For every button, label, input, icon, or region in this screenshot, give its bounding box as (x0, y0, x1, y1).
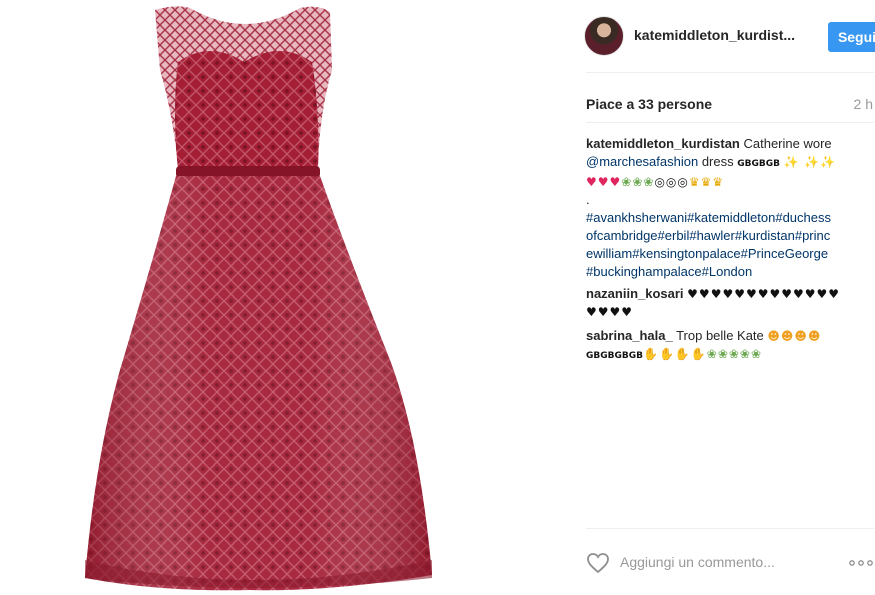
post-side-panel: katemiddleton_kurdist... Segui Piace a 3… (570, 0, 875, 595)
follow-button[interactable]: Segui (828, 22, 875, 52)
comment-text: Trop belle Kate (672, 328, 768, 343)
caption-hashtags-line-2[interactable]: ofcambridge#erbil#hawler#kurdistan#princ (586, 227, 874, 245)
dress-image (85, 6, 432, 591)
caption-username[interactable]: katemiddleton_kurdistan (586, 136, 740, 151)
post-timestamp[interactable]: 2 h (854, 96, 873, 112)
bouquet-emojis: ❀❀❀ (621, 175, 655, 189)
caption-mention[interactable]: @marchesafashion (586, 154, 698, 169)
header-divider (586, 72, 874, 73)
comment-username[interactable]: sabrina_hala_ (586, 328, 673, 343)
caption-text-2: dress (698, 154, 738, 169)
bouquet-emojis: ❀❀❀❀❀ (706, 347, 763, 361)
flag-emojis: GBGBGB (737, 159, 780, 169)
caption-hashtags-line-1[interactable]: #avankhsherwani#katemiddleton#duchess (586, 209, 874, 227)
black-heart-emojis: ♥♥♥♥♥♥♥♥♥♥♥♥♥ (687, 287, 841, 301)
post-photo[interactable] (0, 0, 570, 595)
post-footer (586, 550, 874, 580)
caption-dot: . (586, 192, 590, 207)
heart-eyes-emojis: ☻☻☻☻ (767, 329, 822, 343)
caption-hashtags-line-4[interactable]: #buckinghampalace#London (586, 263, 874, 281)
comments-list: katemiddleton_kurdistan Catherine wore @… (586, 135, 874, 369)
footer-divider (586, 528, 874, 529)
ring-emojis: ◎◎◎ (654, 175, 689, 189)
caption: katemiddleton_kurdistan Catherine wore @… (586, 135, 874, 281)
sparkle-emojis: ✨ ✨✨ (783, 155, 837, 169)
comment-input[interactable] (620, 554, 820, 570)
caption-text: Catherine wore (739, 136, 832, 151)
ellipsis-icon[interactable] (848, 558, 874, 568)
heart-outline-icon[interactable] (586, 552, 610, 574)
comment-item: nazaniin_kosari ♥♥♥♥♥♥♥♥♥♥♥♥♥ ♥♥♥♥ (586, 285, 874, 321)
black-heart-emojis-2: ♥♥♥♥ (586, 305, 634, 319)
post-header: katemiddleton_kurdist... Segui (584, 14, 875, 58)
comment-item: sabrina_hala_ Trop belle Kate ☻☻☻☻ GBGBG… (586, 327, 874, 365)
comment-username[interactable]: nazaniin_kosari (586, 286, 684, 301)
caption-hashtags-line-3[interactable]: ewilliam#kensingtonpalace#PrinceGeorge (586, 245, 874, 263)
clapping-emojis: ✋✋✋✋ (643, 347, 707, 361)
post-username[interactable]: katemiddleton_kurdist... (634, 27, 795, 43)
flag-emojis: GBGBGBGB (586, 351, 643, 361)
heart-emojis: ♥♥♥ (586, 175, 622, 189)
likes-count[interactable]: Piace a 33 persone (586, 96, 712, 112)
stats-divider (586, 122, 874, 123)
avatar[interactable] (584, 16, 624, 56)
crown-emojis: ♛♛♛ (688, 175, 725, 189)
